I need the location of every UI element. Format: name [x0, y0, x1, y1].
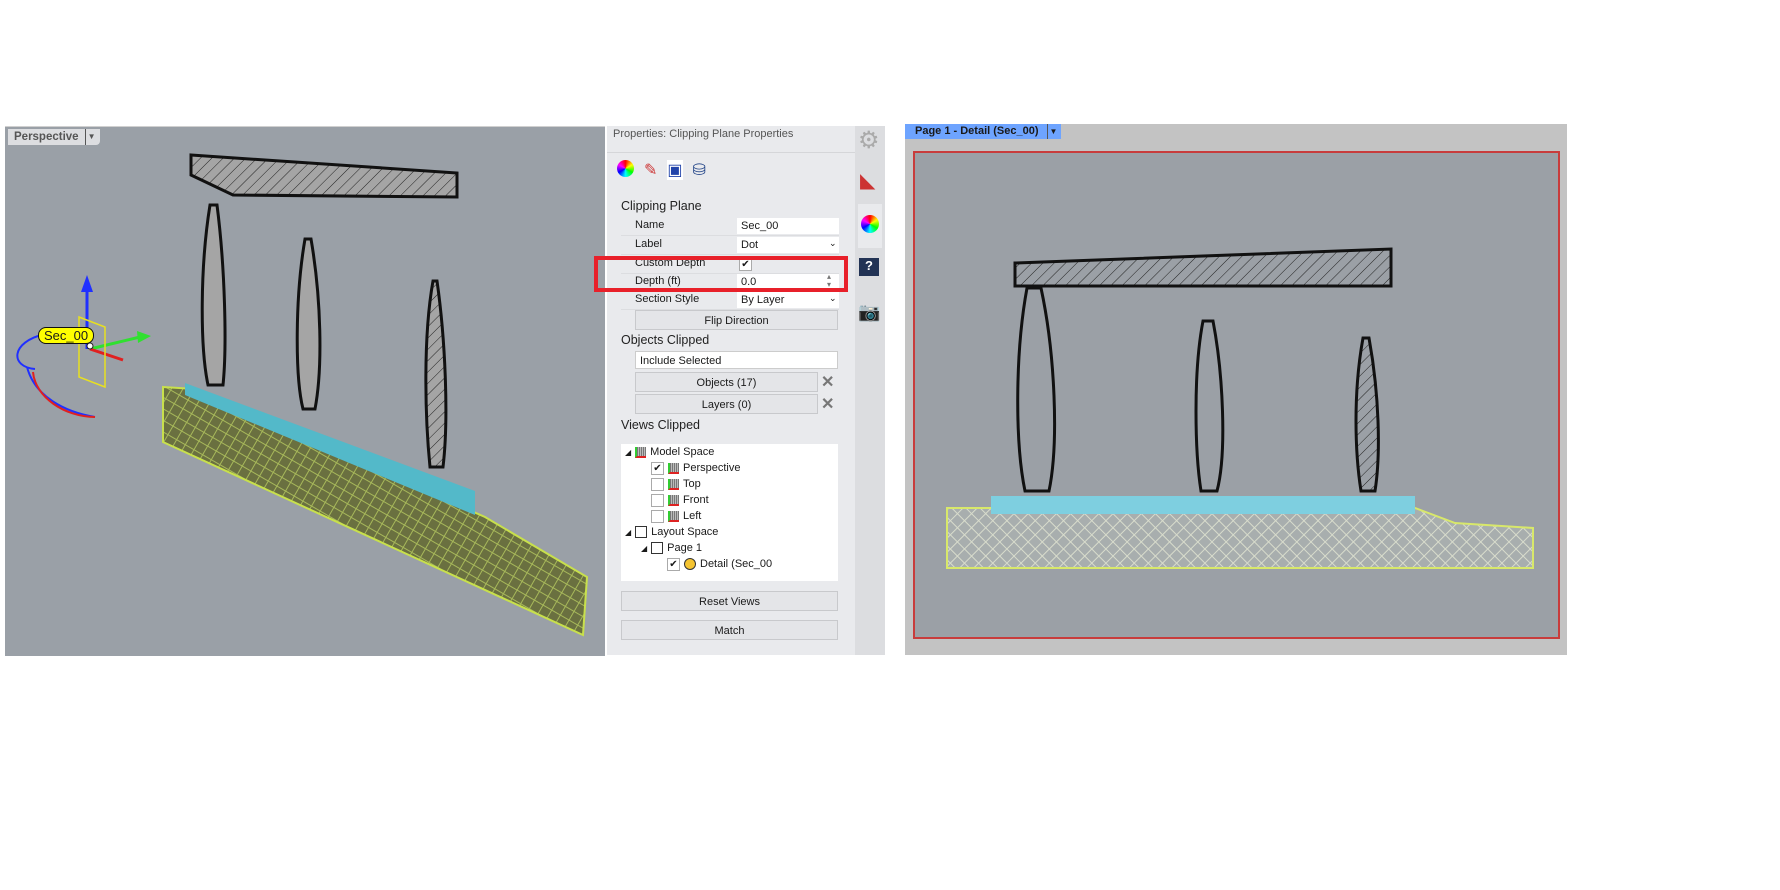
match-button[interactable]: Match: [621, 620, 838, 640]
page-icon: [651, 542, 664, 554]
tree-label: Front: [683, 494, 709, 506]
detail-title: Page 1 - Detail (Sec_00): [915, 125, 1039, 137]
detail-frame[interactable]: [913, 151, 1560, 639]
tree-label: Perspective: [683, 462, 741, 474]
section-drawing: [946, 247, 1534, 569]
detail-circle-icon: [684, 558, 696, 570]
checkbox[interactable]: [651, 509, 664, 523]
material-tab[interactable]: [858, 204, 882, 248]
label-label: Label: [635, 238, 662, 250]
panel-title: Properties: Clipping Plane Properties: [613, 128, 794, 140]
objects-button[interactable]: Objects (17): [635, 372, 818, 392]
viewport-icon: [668, 478, 679, 490]
camera-icon[interactable]: 📷: [858, 302, 880, 323]
chevron-down-icon: ⌄: [829, 238, 837, 248]
checkbox-checked[interactable]: ✔: [651, 461, 664, 475]
tree-perspective[interactable]: ✔ Perspective: [651, 460, 740, 476]
tree-detail[interactable]: ✔ Detail (Sec_00: [667, 556, 772, 572]
database-icon[interactable]: ⛁: [693, 160, 706, 180]
layout-icon: [635, 526, 648, 538]
tree-label: Left: [683, 510, 702, 522]
color-wheel-icon[interactable]: [617, 160, 634, 177]
detail-tab[interactable]: Page 1 - Detail (Sec_00) ▼: [905, 124, 1062, 139]
viewport-icon: [668, 494, 679, 506]
objects-mode-select[interactable]: Include Selected: [635, 351, 838, 369]
name-label: Name: [635, 219, 665, 231]
properties-panel: Properties: Clipping Plane Properties ✎ …: [607, 126, 855, 655]
chevron-down-icon: ⌄: [829, 293, 837, 303]
tree-top[interactable]: Top: [651, 476, 701, 492]
label-select[interactable]: Dot: [737, 237, 839, 253]
tree-front[interactable]: Front: [651, 492, 709, 508]
viewport-icon: [668, 510, 679, 522]
grid-icon: [635, 446, 647, 458]
help-icon[interactable]: ?: [859, 258, 879, 276]
tree-page1[interactable]: ◢ Page 1: [641, 540, 702, 556]
tree-left[interactable]: Left: [651, 508, 701, 524]
name-row: Name Sec_00: [621, 217, 839, 236]
tree-label: Page 1: [667, 542, 703, 554]
label-row: Label Dot ⌄: [621, 236, 839, 255]
highlight-box: [594, 256, 848, 292]
model-geometry: [16, 153, 589, 637]
viewport-icon: [668, 462, 679, 474]
close-icon[interactable]: ✕: [821, 372, 834, 392]
tree-label: Model Space: [650, 446, 715, 458]
detail-viewport[interactable]: Page 1 - Detail (Sec_00) ▼: [905, 124, 1567, 655]
layers-button[interactable]: Layers (0): [635, 394, 818, 414]
tree-layout-space[interactable]: ◢ Layout Space: [625, 524, 718, 540]
reset-views-button[interactable]: Reset Views: [621, 591, 838, 611]
clipping-properties-tab-icon[interactable]: ◣: [860, 168, 875, 193]
perspective-viewport[interactable]: Perspective ▼ Sec_00: [5, 126, 605, 656]
section-style-label: Section Style: [635, 293, 700, 305]
clipping-plane-dot-label[interactable]: Sec_00: [38, 327, 95, 344]
section-style-select[interactable]: By Layer: [737, 292, 839, 308]
tree-label: Top: [683, 478, 701, 490]
material-brush-icon[interactable]: ✎: [644, 160, 657, 180]
panel-side-tabs: ⚙ ◣ ? 📷: [855, 126, 885, 655]
color-wheel-icon: [861, 215, 879, 233]
close-icon[interactable]: ✕: [821, 394, 834, 414]
tree-label: Detail (Sec_00: [700, 558, 773, 570]
section-clipping-plane: Clipping Plane: [621, 199, 702, 213]
section-views-clipped: Views Clipped: [621, 418, 700, 432]
gear-icon[interactable]: ⚙: [858, 126, 880, 155]
chevron-down-icon[interactable]: ▼: [1046, 124, 1057, 139]
tree-model-space[interactable]: ◢ Model Space: [625, 444, 714, 460]
clipping-plane-icon[interactable]: ▣: [667, 160, 683, 180]
section-objects-clipped: Objects Clipped: [621, 333, 710, 347]
name-input[interactable]: Sec_00: [737, 218, 839, 234]
tree-label: Layout Space: [651, 526, 719, 538]
flip-direction-button[interactable]: Flip Direction: [635, 310, 838, 330]
section-style-row: Section Style By Layer ⌄: [621, 291, 839, 310]
checkbox[interactable]: [651, 477, 664, 491]
checkbox[interactable]: [651, 493, 664, 507]
views-tree: ◢ Model Space ✔ Perspective Top Front Left…: [621, 444, 838, 581]
checkbox-checked[interactable]: ✔: [667, 557, 680, 571]
